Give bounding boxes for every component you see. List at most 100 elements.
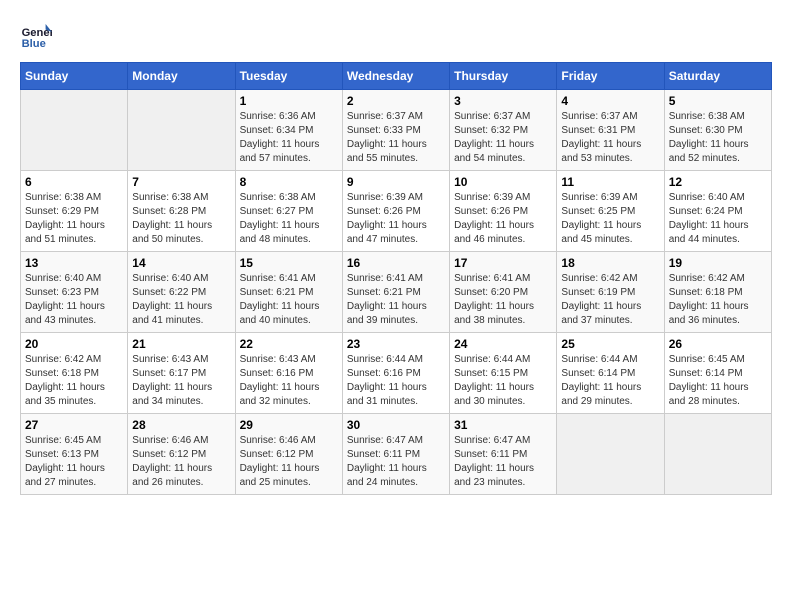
calendar-cell: 23 Sunrise: 6:44 AMSunset: 6:16 PMDayligh… [342, 333, 449, 414]
weekday-header: Monday [128, 63, 235, 90]
weekday-header: Thursday [450, 63, 557, 90]
calendar-cell: 17Sunrise: 6:41 AMSunset: 6:20 PMDayligh… [450, 252, 557, 333]
day-number: 24 [454, 337, 552, 351]
day-number: 28 [132, 418, 230, 432]
day-info: Sunrise: 6:39 AMSunset: 6:26 PMDaylight:… [454, 191, 552, 247]
calendar-cell: 10 Sunrise: 6:39 AMSunset: 6:26 PMDayligh… [450, 171, 557, 252]
weekday-header-row: SundayMondayTuesdayWednesdayThursdayFrid… [21, 63, 772, 90]
day-number: 11 [561, 175, 659, 189]
calendar-table: SundayMondayTuesdayWednesdayThursdayFrid… [20, 62, 772, 495]
day-number: 20 [25, 337, 123, 351]
calendar-cell: 3 Sunrise: 6:37 AMSunset: 6:32 PMDaylight… [450, 90, 557, 171]
calendar-cell [664, 414, 771, 495]
calendar-cell [21, 90, 128, 171]
day-info: Sunrise: 6:45 AMSunset: 6:14 PMDaylight:… [669, 353, 767, 409]
day-number: 5 [669, 94, 767, 108]
day-number: 23 [347, 337, 445, 351]
day-number: 16 [347, 256, 445, 270]
calendar-cell: 7 Sunrise: 6:38 AMSunset: 6:28 PMDaylight… [128, 171, 235, 252]
calendar-cell: 26 Sunrise: 6:45 AMSunset: 6:14 PMDayligh… [664, 333, 771, 414]
day-info: Sunrise: 6:42 AMSunset: 6:19 PMDaylight:… [561, 272, 659, 328]
calendar-cell: 31 Sunrise: 6:47 AMSunset: 6:11 PMDayligh… [450, 414, 557, 495]
calendar-cell: 27 Sunrise: 6:45 AMSunset: 6:13 PMDayligh… [21, 414, 128, 495]
day-number: 7 [132, 175, 230, 189]
svg-text:Blue: Blue [22, 38, 46, 50]
calendar-cell: 2 Sunrise: 6:37 AMSunset: 6:33 PMDaylight… [342, 90, 449, 171]
calendar-cell: 25 Sunrise: 6:44 AMSunset: 6:14 PMDayligh… [557, 333, 664, 414]
day-number: 1 [240, 94, 338, 108]
day-number: 10 [454, 175, 552, 189]
day-info: Sunrise: 6:40 AMSunset: 6:23 PMDaylight:… [25, 272, 123, 328]
weekday-header: Wednesday [342, 63, 449, 90]
calendar-week-row: 6 Sunrise: 6:38 AMSunset: 6:29 PMDaylight… [21, 171, 772, 252]
calendar-cell [128, 90, 235, 171]
day-info: Sunrise: 6:45 AMSunset: 6:13 PMDaylight:… [25, 434, 123, 490]
day-info: Sunrise: 6:41 AMSunset: 6:21 PMDaylight:… [347, 272, 445, 328]
day-info: Sunrise: 6:36 AMSunset: 6:34 PMDaylight:… [240, 110, 338, 166]
day-number: 9 [347, 175, 445, 189]
calendar-week-row: 27 Sunrise: 6:45 AMSunset: 6:13 PMDayligh… [21, 414, 772, 495]
day-info: Sunrise: 6:44 AMSunset: 6:14 PMDaylight:… [561, 353, 659, 409]
calendar-cell: 24Sunrise: 6:44 AMSunset: 6:15 PMDayligh… [450, 333, 557, 414]
calendar-cell: 6 Sunrise: 6:38 AMSunset: 6:29 PMDaylight… [21, 171, 128, 252]
calendar-cell [557, 414, 664, 495]
day-info: Sunrise: 6:39 AMSunset: 6:25 PMDaylight:… [561, 191, 659, 247]
page-header: General Blue [20, 20, 772, 52]
day-info: Sunrise: 6:40 AMSunset: 6:24 PMDaylight:… [669, 191, 767, 247]
day-info: Sunrise: 6:47 AMSunset: 6:11 PMDaylight:… [454, 434, 552, 490]
day-info: Sunrise: 6:38 AMSunset: 6:27 PMDaylight:… [240, 191, 338, 247]
calendar-cell: 1 Sunrise: 6:36 AMSunset: 6:34 PMDaylight… [235, 90, 342, 171]
calendar-cell: 13 Sunrise: 6:40 AMSunset: 6:23 PMDayligh… [21, 252, 128, 333]
calendar-cell: 18 Sunrise: 6:42 AMSunset: 6:19 PMDayligh… [557, 252, 664, 333]
calendar-cell: 21 Sunrise: 6:43 AMSunset: 6:17 PMDayligh… [128, 333, 235, 414]
day-info: Sunrise: 6:42 AMSunset: 6:18 PMDaylight:… [25, 353, 123, 409]
day-number: 27 [25, 418, 123, 432]
calendar-cell: 29Sunrise: 6:46 AMSunset: 6:12 PMDayligh… [235, 414, 342, 495]
day-number: 3 [454, 94, 552, 108]
logo: General Blue [20, 20, 56, 52]
day-number: 30 [347, 418, 445, 432]
calendar-cell: 30 Sunrise: 6:47 AMSunset: 6:11 PMDayligh… [342, 414, 449, 495]
day-info: Sunrise: 6:44 AMSunset: 6:16 PMDaylight:… [347, 353, 445, 409]
day-info: Sunrise: 6:39 AMSunset: 6:26 PMDaylight:… [347, 191, 445, 247]
day-number: 12 [669, 175, 767, 189]
day-info: Sunrise: 6:38 AMSunset: 6:29 PMDaylight:… [25, 191, 123, 247]
day-info: Sunrise: 6:40 AMSunset: 6:22 PMDaylight:… [132, 272, 230, 328]
day-info: Sunrise: 6:37 AMSunset: 6:31 PMDaylight:… [561, 110, 659, 166]
day-number: 17 [454, 256, 552, 270]
calendar-cell: 5 Sunrise: 6:38 AMSunset: 6:30 PMDaylight… [664, 90, 771, 171]
day-number: 2 [347, 94, 445, 108]
day-number: 22 [240, 337, 338, 351]
calendar-cell: 19 Sunrise: 6:42 AMSunset: 6:18 PMDayligh… [664, 252, 771, 333]
day-info: Sunrise: 6:41 AMSunset: 6:21 PMDaylight:… [240, 272, 338, 328]
day-number: 31 [454, 418, 552, 432]
day-info: Sunrise: 6:38 AMSunset: 6:28 PMDaylight:… [132, 191, 230, 247]
day-number: 21 [132, 337, 230, 351]
day-info: Sunrise: 6:43 AMSunset: 6:17 PMDaylight:… [132, 353, 230, 409]
calendar-cell: 28 Sunrise: 6:46 AMSunset: 6:12 PMDayligh… [128, 414, 235, 495]
day-number: 25 [561, 337, 659, 351]
calendar-cell: 20 Sunrise: 6:42 AMSunset: 6:18 PMDayligh… [21, 333, 128, 414]
weekday-header: Tuesday [235, 63, 342, 90]
day-number: 19 [669, 256, 767, 270]
day-number: 18 [561, 256, 659, 270]
calendar-cell: 8Sunrise: 6:38 AMSunset: 6:27 PMDaylight… [235, 171, 342, 252]
day-number: 6 [25, 175, 123, 189]
weekday-header: Saturday [664, 63, 771, 90]
day-number: 4 [561, 94, 659, 108]
calendar-cell: 15 Sunrise: 6:41 AMSunset: 6:21 PMDayligh… [235, 252, 342, 333]
calendar-cell: 22Sunrise: 6:43 AMSunset: 6:16 PMDayligh… [235, 333, 342, 414]
day-number: 26 [669, 337, 767, 351]
day-info: Sunrise: 6:47 AMSunset: 6:11 PMDaylight:… [347, 434, 445, 490]
day-info: Sunrise: 6:42 AMSunset: 6:18 PMDaylight:… [669, 272, 767, 328]
day-number: 14 [132, 256, 230, 270]
day-info: Sunrise: 6:38 AMSunset: 6:30 PMDaylight:… [669, 110, 767, 166]
day-info: Sunrise: 6:37 AMSunset: 6:33 PMDaylight:… [347, 110, 445, 166]
calendar-cell: 11 Sunrise: 6:39 AMSunset: 6:25 PMDayligh… [557, 171, 664, 252]
calendar-cell: 12 Sunrise: 6:40 AMSunset: 6:24 PMDayligh… [664, 171, 771, 252]
day-number: 15 [240, 256, 338, 270]
day-info: Sunrise: 6:37 AMSunset: 6:32 PMDaylight:… [454, 110, 552, 166]
day-number: 13 [25, 256, 123, 270]
day-info: Sunrise: 6:46 AMSunset: 6:12 PMDaylight:… [132, 434, 230, 490]
calendar-cell: 16 Sunrise: 6:41 AMSunset: 6:21 PMDayligh… [342, 252, 449, 333]
